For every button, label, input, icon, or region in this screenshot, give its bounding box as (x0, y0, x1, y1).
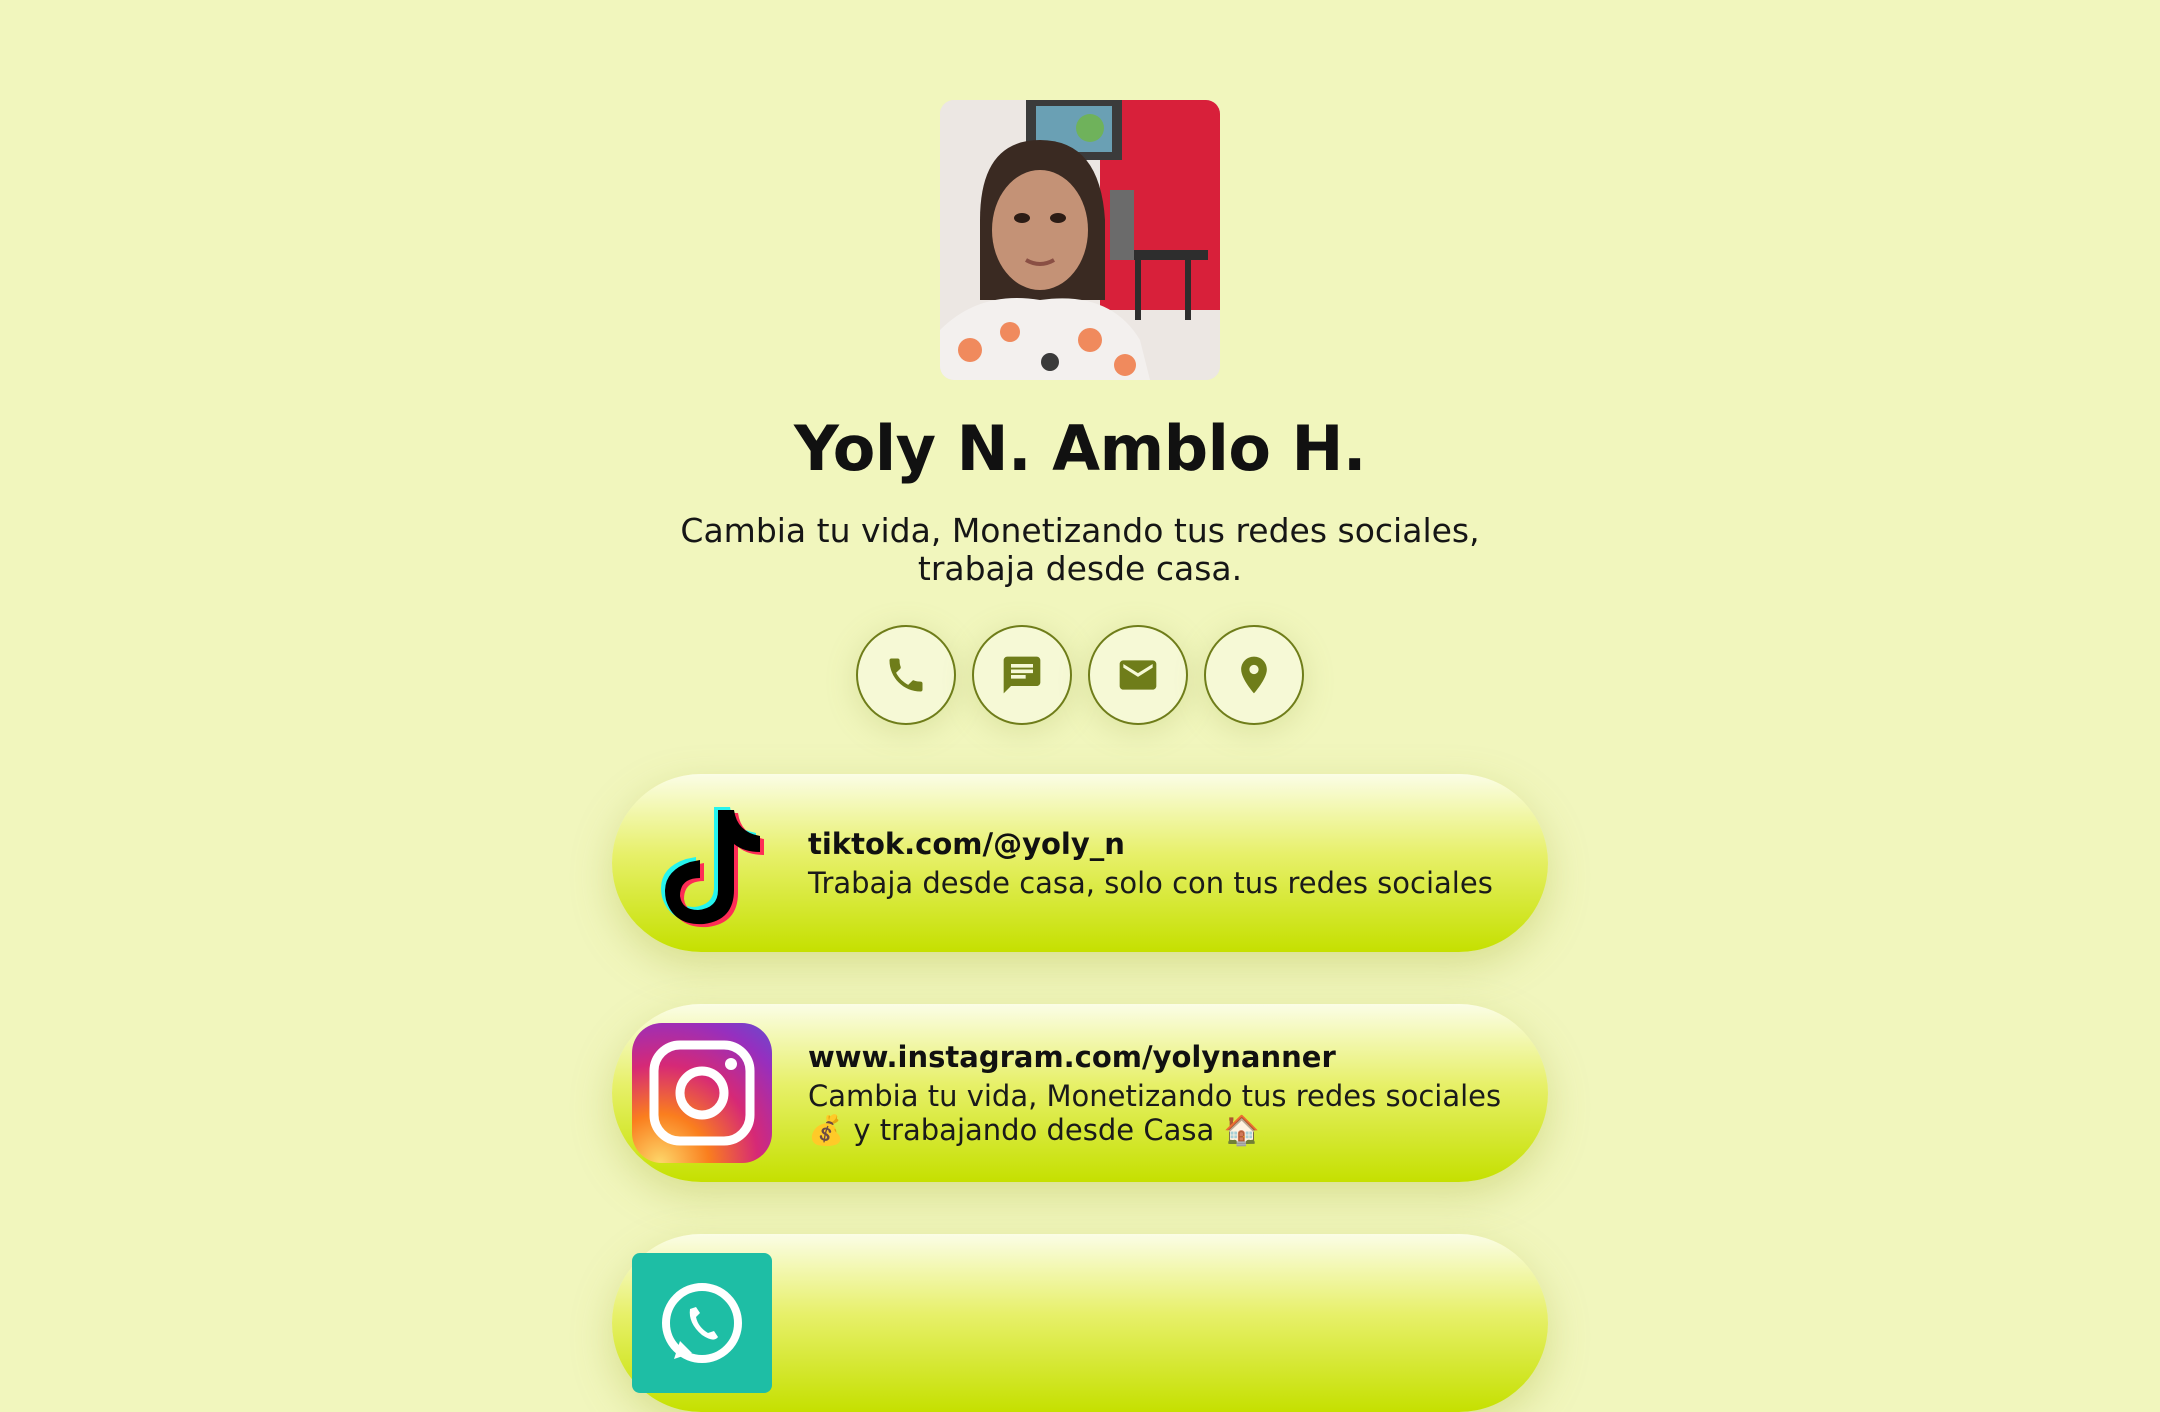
link-description: Trabaja desde casa, solo con tus redes s… (808, 866, 1493, 900)
phone-icon (889, 658, 923, 692)
phone-button[interactable] (856, 625, 956, 725)
profile-name: Yoly N. Amblo H. (794, 412, 1366, 485)
instagram-icon (632, 1023, 772, 1163)
location-button[interactable] (1204, 625, 1304, 725)
whatsapp-icon (632, 1253, 772, 1393)
link-description: Cambia tu vida, Monetizando tus redes so… (808, 1079, 1502, 1147)
message-button[interactable] (972, 625, 1072, 725)
message-icon (1003, 656, 1041, 694)
avatar (940, 100, 1220, 380)
email-icon (1119, 660, 1157, 690)
tiktok-icon (632, 793, 772, 933)
link-card-tiktok[interactable]: tiktok.com/@yoly_n Trabaja desde casa, s… (612, 774, 1548, 952)
email-button[interactable] (1088, 625, 1188, 725)
link-card-instagram[interactable]: www.instagram.com/yolynanner Cambia tu v… (612, 1004, 1548, 1182)
link-card-whatsapp[interactable] (612, 1234, 1548, 1412)
profile-bio: Cambia tu vida, Monetizando tus redes so… (680, 511, 1480, 588)
link-title: tiktok.com/@yoly_n (808, 827, 1125, 861)
profile-page: Yoly N. Amblo H. Cambia tu vida, Monetiz… (0, 0, 2160, 1412)
link-title: www.instagram.com/yolynanner (808, 1040, 1336, 1074)
avatar-photo (940, 100, 1220, 380)
location-icon (1241, 656, 1267, 694)
contact-buttons (856, 625, 1304, 725)
